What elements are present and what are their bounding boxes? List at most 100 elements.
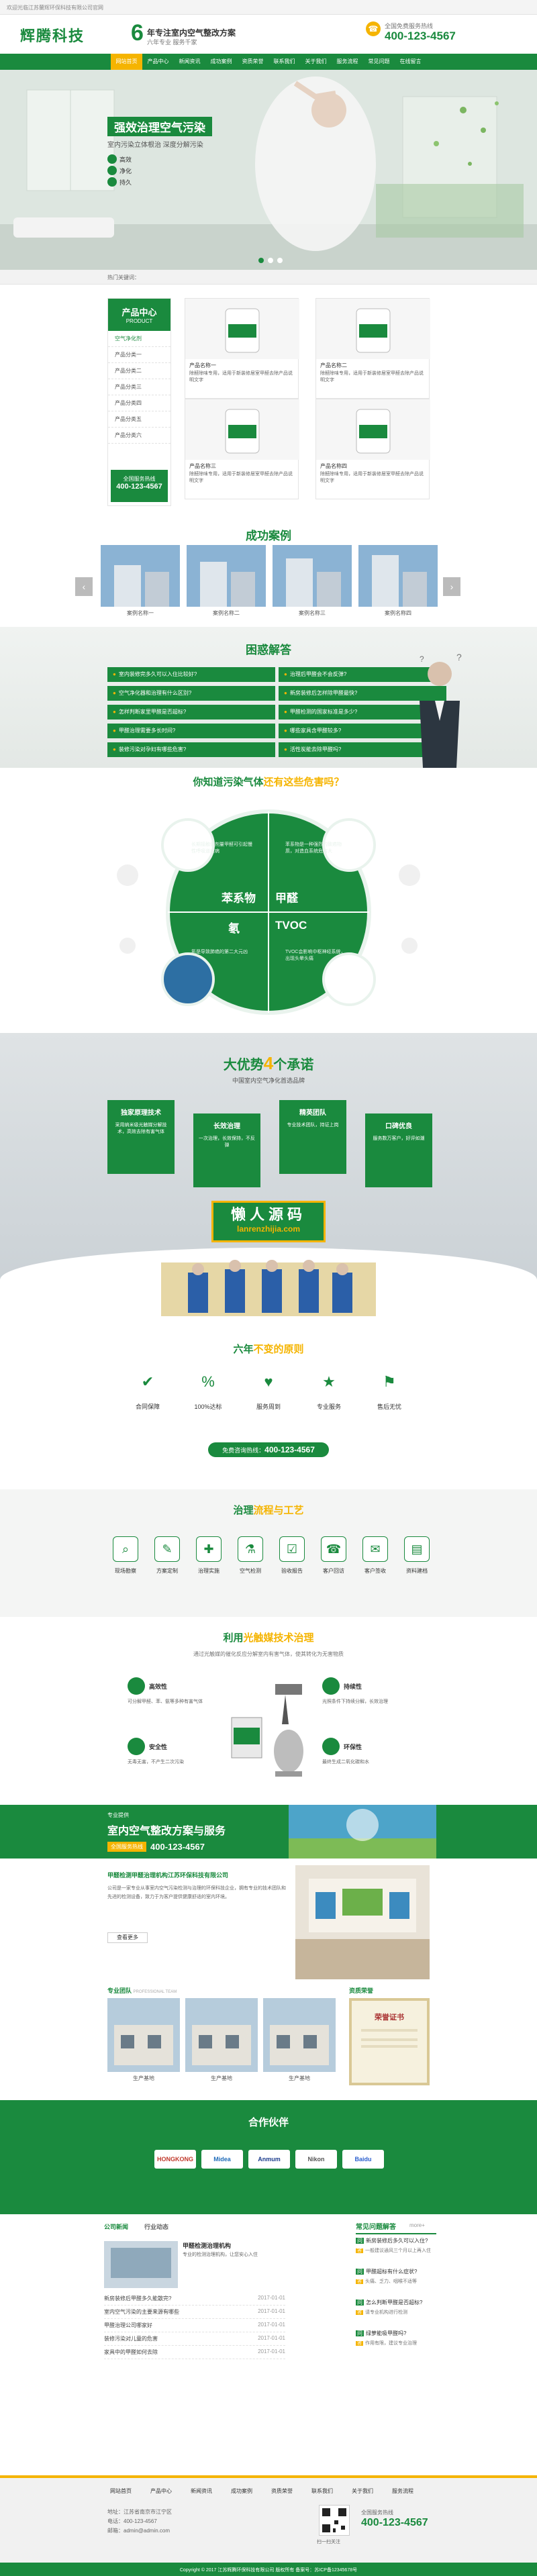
nav-item[interactable]: 服务流程 xyxy=(332,54,363,70)
product-sidebar-title: 产品中心 xyxy=(121,307,157,317)
partners-title: 合作伙伴 xyxy=(248,2117,289,2128)
product-category-item[interactable]: 产品分类三 xyxy=(108,379,170,395)
qa-item[interactable]: 问怎么判断甲醛是否超标? 答请专业机构进行检测 xyxy=(356,2299,436,2316)
case-card[interactable]: 案例名称三 xyxy=(273,545,352,619)
case-card[interactable]: 案例名称四 xyxy=(358,545,438,619)
process-step-icon: ⌕ xyxy=(113,1536,138,1562)
partner-logo[interactable]: Baidu xyxy=(342,2150,384,2169)
hero-dot[interactable] xyxy=(268,258,273,263)
principle-label: 售后无忧 xyxy=(377,1403,401,1410)
qa-item[interactable]: 问绿萝能吸甲醛吗? 答作用有限，建议专业治理 xyxy=(356,2330,436,2346)
team-photo-name: 生产基地 xyxy=(133,2075,154,2081)
nav-item[interactable]: 成功案例 xyxy=(205,54,237,70)
faq-item[interactable]: ● 空气净化器和治理有什么区别? xyxy=(107,686,275,701)
slogan-subtitle: 六年专业 服务千家 xyxy=(147,39,197,46)
case-name: 案例名称二 xyxy=(213,610,240,616)
news-featured-title[interactable]: 甲醛检测治理机构 xyxy=(183,2241,283,2250)
nav-item[interactable]: 关于我们 xyxy=(300,54,332,70)
tech-title: 利用光触媒技术治理 xyxy=(0,1630,537,1644)
partner-logo[interactable]: Midea xyxy=(201,2150,243,2169)
footer-link[interactable]: 资质荣誉 xyxy=(262,2487,302,2495)
process-step-icon: ☑ xyxy=(279,1536,305,1562)
news-item[interactable]: 家具中的甲醛如何去除 2017-01-01 xyxy=(104,2348,285,2359)
product-category-item[interactable]: 产品分类一 xyxy=(108,347,170,363)
partner-logo[interactable]: HONGKONG xyxy=(154,2150,196,2169)
case-image xyxy=(273,545,352,607)
faq-item[interactable]: ● 甲醛治理需要多长时间? xyxy=(107,724,275,738)
product-category-item[interactable]: 产品分类二 xyxy=(108,363,170,379)
product-category-item[interactable]: 产品分类五 xyxy=(108,411,170,428)
team-photo-card[interactable]: 生产基地 xyxy=(263,1998,336,2082)
qa-more-link[interactable]: more+ xyxy=(409,2222,425,2228)
faq-item[interactable]: ● 室内装修完多久可以入住比较好? xyxy=(107,667,275,682)
faq-question: 甲醛治理需要多长时间? xyxy=(118,728,176,734)
tech-title-b: 光触媒技术治理 xyxy=(243,1632,314,1644)
nav-item[interactable]: 常见问题 xyxy=(363,54,395,70)
hero-dot[interactable] xyxy=(258,258,264,263)
footer-link[interactable]: 网站首页 xyxy=(101,2487,141,2495)
case-card[interactable]: 案例名称二 xyxy=(187,545,266,619)
footer-link[interactable]: 联系我们 xyxy=(302,2487,342,2495)
news-tab[interactable]: 公司新闻 xyxy=(104,2222,128,2231)
product-category-item[interactable]: 空气净化剂 xyxy=(108,331,170,347)
about-more-button[interactable]: 查看更多 xyxy=(107,1932,148,1943)
about-title[interactable]: 甲醛检测甲醛治理机构江苏环保科技有限公司 xyxy=(107,1871,289,1879)
news-item[interactable]: 室内空气污染的主要来源有哪些 2017-01-01 xyxy=(104,2308,285,2319)
product-image xyxy=(316,299,430,359)
partner-logo[interactable]: Anmum xyxy=(248,2150,290,2169)
hero-feature-label: 高效 xyxy=(119,156,132,163)
news-item[interactable]: 甲醛治理公司哪家好 2017-01-01 xyxy=(104,2322,285,2332)
principle-item: ✔ 合同保障 xyxy=(124,1369,171,1411)
hero-feature-label: 持久 xyxy=(119,179,132,186)
team-photo-card[interactable]: 生产基地 xyxy=(107,1998,180,2082)
nav-item[interactable]: 资质荣誉 xyxy=(237,54,268,70)
team-photo-image xyxy=(263,1998,336,2072)
svg-text:?: ? xyxy=(420,654,424,664)
footer-link[interactable]: 新闻资讯 xyxy=(181,2487,222,2495)
news-featured-image xyxy=(104,2241,178,2288)
faq-item[interactable]: ● 怎样判断家里甲醛是否超标? xyxy=(107,705,275,720)
product-card[interactable]: 产品名称一 除醛除味专用，适用于新装修居室甲醛去除产品说明文字 xyxy=(185,298,299,399)
news-item-title: 甲醛治理公司哪家好 xyxy=(104,2322,152,2328)
news-tab[interactable]: 行业动态 xyxy=(144,2222,168,2231)
footer-link[interactable]: 关于我们 xyxy=(342,2487,383,2495)
faq-item[interactable]: ● 装修污染对孕妇有哪些危害? xyxy=(107,742,275,757)
product-category-item[interactable]: 产品分类四 xyxy=(108,395,170,411)
pollutant-word: TVOC xyxy=(275,919,307,932)
hero-title: 强效治理空气污染 xyxy=(107,117,212,136)
footer-link[interactable]: 产品中心 xyxy=(141,2487,181,2495)
nav-item[interactable]: 网站首页 xyxy=(111,54,142,70)
qa-item[interactable]: 问新房装修后多久可以入住? 答一般建议通风三个月以上再入住 xyxy=(356,2237,436,2254)
nav-item[interactable]: 新闻资讯 xyxy=(174,54,205,70)
nav-item[interactable]: 在线留言 xyxy=(395,54,426,70)
product-card[interactable]: 产品名称四 除醛除味专用，适用于新装修居室甲醛去除产品说明文字 xyxy=(315,399,430,499)
principle-icon: ⚑ xyxy=(383,1373,396,1390)
hero-dot[interactable] xyxy=(277,258,283,263)
news-item[interactable]: 装修污染对儿童的危害 2017-01-01 xyxy=(104,2335,285,2346)
honor-certificate[interactable]: 荣誉证书 xyxy=(349,1998,430,2085)
qa-question: 新房装修后多久可以入住? xyxy=(366,2238,428,2244)
process-step: ⚗ 空气检测 xyxy=(232,1536,268,1575)
case-card[interactable]: 案例名称一 xyxy=(101,545,180,619)
news-item-title: 新房装修后甲醛多久能散完? xyxy=(104,2295,172,2301)
product-card[interactable]: 产品名称二 除醛除味专用，适用于新装修居室甲醛去除产品说明文字 xyxy=(315,298,430,399)
site-logo[interactable]: 辉腾科技 xyxy=(20,24,85,46)
product-card[interactable]: 产品名称三 除醛除味专用，适用于新装修居室甲醛去除产品说明文字 xyxy=(185,399,299,499)
banner-hotline: 400-123-4567 xyxy=(150,1842,205,1852)
footer-link[interactable]: 成功案例 xyxy=(222,2487,262,2495)
product-category-item[interactable]: 产品分类六 xyxy=(108,428,170,444)
partner-logo[interactable]: Nikon xyxy=(295,2150,337,2169)
consult-hotline-button[interactable]: 免费咨询热线：400-123-4567 xyxy=(208,1442,329,1457)
footer-link[interactable]: 服务流程 xyxy=(383,2487,423,2495)
qa-item[interactable]: 问甲醛超标有什么症状? 答头痛、乏力、咽喉不适等 xyxy=(356,2268,436,2285)
feature-icon xyxy=(107,154,117,164)
nav-item[interactable]: 产品中心 xyxy=(142,54,174,70)
process-step-label: 客户签收 xyxy=(364,1568,386,1574)
team-photo-card[interactable]: 生产基地 xyxy=(185,1998,258,2082)
cases-prev-button[interactable]: ‹ xyxy=(75,577,93,596)
advantage-box: 精英团队 专业技术团队，持证上岗 xyxy=(279,1100,346,1174)
pollutant-text: 氡是导致肺癌的第二大元凶 xyxy=(191,950,248,954)
news-item[interactable]: 新房装修后甲醛多久能散完? 2017-01-01 xyxy=(104,2295,285,2306)
cases-next-button[interactable]: › xyxy=(443,577,460,596)
nav-item[interactable]: 联系我们 xyxy=(268,54,300,70)
